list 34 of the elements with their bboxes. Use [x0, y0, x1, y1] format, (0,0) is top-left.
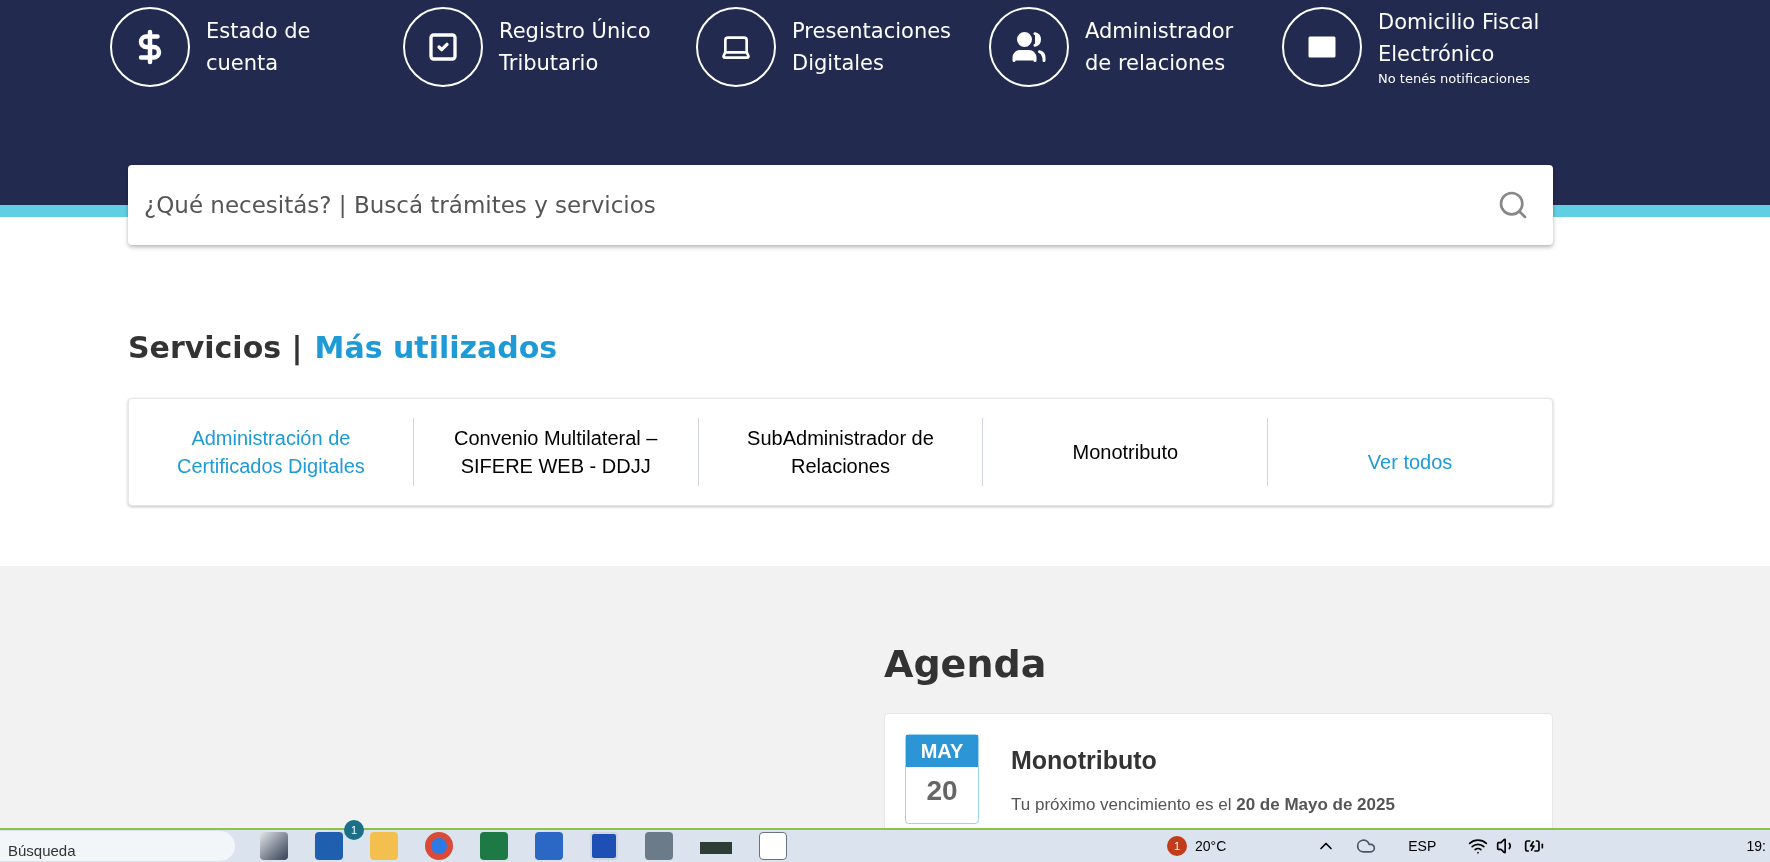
service-link[interactable]: Convenio Multilateral – SIFERE WEB - DDJJ [413, 424, 698, 480]
nav-link[interactable]: Administrador de relaciones [989, 6, 1282, 88]
agenda-title: Agenda [884, 641, 1048, 688]
month-label: MAY [906, 735, 978, 767]
nav-link[interactable]: Registro Único Tributario [403, 6, 696, 88]
notification-badge: 1 [344, 820, 364, 840]
service-link[interactable]: Monotributo [1056, 438, 1195, 466]
weather-badge: 1 [1167, 836, 1187, 856]
nav-label: Administrador de relaciones [1085, 18, 1235, 77]
search-icon[interactable] [1497, 189, 1529, 221]
nav-label: Registro Único Tributario [499, 17, 652, 77]
language-indicator[interactable]: ESP [1408, 835, 1437, 857]
nav-link[interactable]: Domicilio Fiscal Electrónico No tenés notificaciones [1282, 6, 1575, 88]
checkbox-icon [427, 31, 459, 63]
search-field[interactable]: ¿Qué necesitás? | Buscá trámites y servicios [128, 165, 1553, 245]
cloud-icon[interactable] [1356, 836, 1377, 856]
clock-text[interactable]: 19: [1746, 835, 1770, 857]
day-label: 20 [925, 774, 959, 808]
event-text: Tu próximo vencimiento es el 20 de Mayo de 2025 [1011, 793, 1395, 816]
browser-icon[interactable] [425, 832, 453, 860]
temperature-text: 20°C [1195, 836, 1227, 856]
nav-link[interactable]: Estado de cuenta [110, 6, 403, 88]
service-link[interactable]: SubAdministrador de Relaciones [698, 424, 983, 480]
nav-label: Presentaciones Digitales [792, 18, 953, 77]
nav-label: Domicilio Fiscal Electrónico [1378, 9, 1541, 68]
taskbar-search-field[interactable]: Búsqueda [0, 831, 235, 861]
nav-label: Estado de cuenta [206, 18, 312, 77]
section-title: Servicios | [128, 329, 303, 368]
wifi-icon[interactable] [1468, 836, 1489, 856]
users-icon [1011, 29, 1047, 65]
event-title: Monotributo [1011, 745, 1158, 776]
section-subtitle: Más utilizados [314, 329, 558, 367]
notification-text: No tenés notificaciones [1378, 70, 1531, 88]
nav-link[interactable]: Presentaciones Digitales [696, 6, 989, 88]
